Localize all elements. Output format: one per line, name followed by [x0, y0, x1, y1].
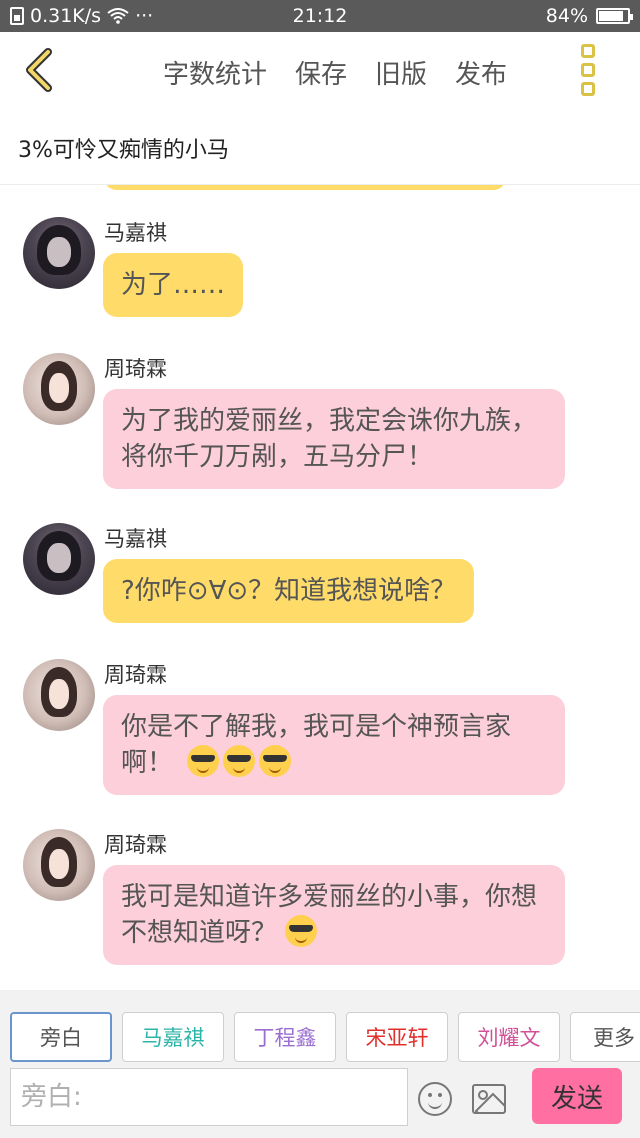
chip-label: 宋亚轩 — [365, 1026, 429, 1050]
chip-narration[interactable]: 旁白 — [10, 1012, 112, 1062]
chip-character[interactable]: 马嘉祺 — [122, 1012, 224, 1062]
chip-character[interactable]: 丁程鑫 — [234, 1012, 336, 1062]
cool-sunglasses-emoji-icon — [223, 745, 256, 777]
battery-icon — [596, 8, 633, 24]
image-icon[interactable] — [472, 1084, 506, 1114]
composer: 旁白 马嘉祺 丁程鑫 宋亚轩 刘耀文 更多 发送 — [0, 990, 640, 1138]
message-bubble[interactable]: 我可是知道许多爱丽丝的小事，你想不想知道呀？ — [103, 865, 565, 965]
story-title[interactable]: 3%可怜又痴情的小马 — [18, 132, 229, 164]
message-bubble[interactable]: 为了我的爱丽丝，我定会诛你九族，将你千刀万剐，五马分尸！ — [103, 389, 565, 489]
editor-toolbar: 字数统计 保存 旧版 发布 — [0, 32, 640, 110]
avatar[interactable] — [23, 217, 95, 289]
chip-label: 刘耀文 — [477, 1026, 541, 1050]
chip-character[interactable]: 刘耀文 — [458, 1012, 560, 1062]
avatar[interactable] — [23, 523, 95, 595]
sender-name: 马嘉祺 — [104, 221, 167, 245]
message-bubble[interactable]: 为了…… — [103, 253, 244, 317]
old-version-button[interactable]: 旧版 — [375, 54, 427, 91]
sender-name: 马嘉祺 — [104, 527, 167, 551]
sender-name: 周琦霖 — [104, 833, 167, 857]
avatar[interactable] — [23, 353, 95, 425]
avatar[interactable] — [23, 659, 95, 731]
chip-character[interactable]: 宋亚轩 — [346, 1012, 448, 1062]
message-text: 我可是知道许多爱丽丝的小事，你想不想知道呀？ — [121, 882, 538, 948]
cool-sunglasses-emoji-icon — [187, 745, 220, 777]
cool-sunglasses-emoji-icon — [259, 745, 292, 777]
word-count-button[interactable]: 字数统计 — [163, 54, 267, 91]
cool-sunglasses-emoji-icon — [285, 915, 318, 947]
status-bar: 0.31K/s ··· 21:12 84% — [0, 0, 640, 32]
chip-label: 更多 — [593, 1026, 635, 1050]
message-bubble-partial — [104, 185, 506, 190]
chip-label: 丁程鑫 — [253, 1026, 317, 1050]
save-button[interactable]: 保存 — [295, 54, 347, 91]
character-chips: 旁白 马嘉祺 丁程鑫 宋亚轩 刘耀文 更多 — [10, 1012, 640, 1062]
publish-button[interactable]: 发布 — [455, 54, 507, 91]
chat-area[interactable]: 马嘉祺 为了…… 周琦霖 为了我的爱丽丝，我定会诛你九族，将你千刀万剐，五马分尸… — [0, 185, 640, 990]
chip-label: 马嘉祺 — [141, 1026, 205, 1050]
chip-more[interactable]: 更多 — [570, 1012, 640, 1062]
smiley-icon[interactable] — [418, 1082, 452, 1116]
message-bubble[interactable]: 你是不了解我，我可是个神预言家啊！ — [103, 695, 565, 795]
message-input[interactable] — [10, 1068, 408, 1126]
message-bubble[interactable]: ?你咋⊙∀⊙？知道我想说啥？ — [103, 559, 475, 623]
chevron-left-icon[interactable] — [18, 46, 66, 94]
send-button[interactable]: 发送 — [532, 1068, 622, 1124]
message-text: 你是不了解我，我可是个神预言家啊！ — [121, 712, 512, 778]
sender-name: 周琦霖 — [104, 663, 167, 687]
sender-name: 周琦霖 — [104, 357, 167, 381]
emoji-row — [187, 745, 295, 778]
avatar[interactable] — [23, 829, 95, 901]
battery-percent: 84% — [545, 5, 588, 27]
story-title-bar: 3%可怜又痴情的小马 — [0, 110, 640, 185]
chip-label: 旁白 — [40, 1026, 82, 1050]
clock: 21:12 — [292, 5, 348, 27]
more-vertical-icon[interactable] — [578, 44, 598, 96]
